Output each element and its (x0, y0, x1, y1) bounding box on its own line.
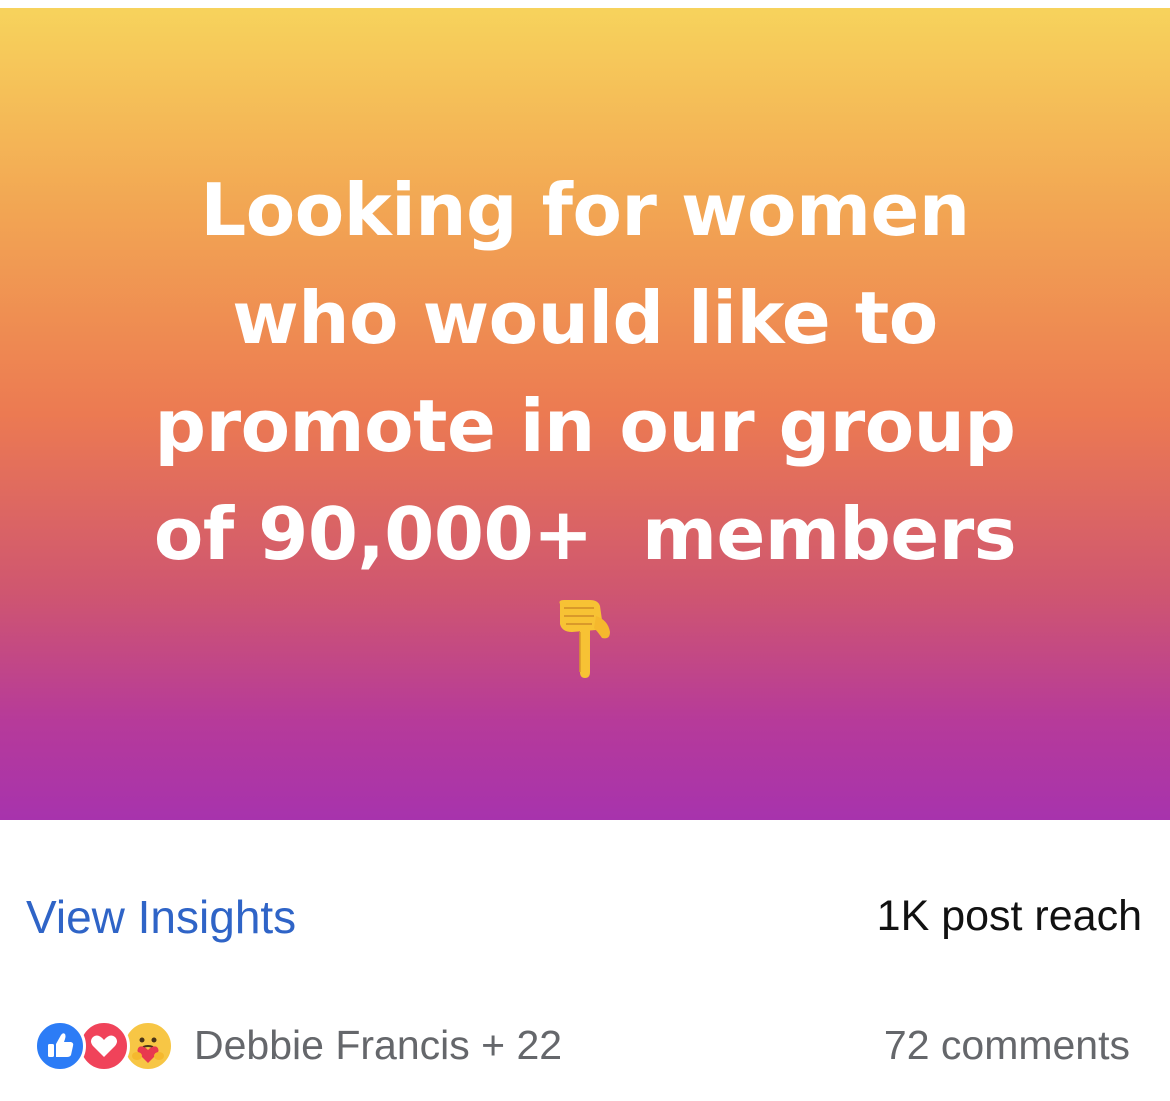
post-text-line: who would like to (232, 276, 938, 360)
pointing-down-hand-icon (550, 598, 620, 678)
like-icon (34, 1020, 86, 1072)
reactions-row: Debbie Francis + 22 72 comments (0, 990, 1170, 1101)
reactors-text[interactable]: Debbie Francis + 22 (194, 1022, 562, 1069)
post-text-line: of 90,000+ members (153, 492, 1017, 576)
post-text-line: promote in our group (154, 384, 1016, 468)
insights-row: View Insights 1K post reach (0, 860, 1170, 970)
post-reach-text: 1K post reach (876, 892, 1142, 940)
post-background: Looking for women who would like to prom… (0, 8, 1170, 820)
reaction-icons[interactable] (34, 1020, 184, 1072)
view-insights-link[interactable]: View Insights (26, 890, 296, 944)
post-text: Looking for women who would like to prom… (35, 156, 1135, 588)
post-text-line: Looking for women (200, 168, 970, 252)
comments-count[interactable]: 72 comments (884, 1022, 1130, 1069)
